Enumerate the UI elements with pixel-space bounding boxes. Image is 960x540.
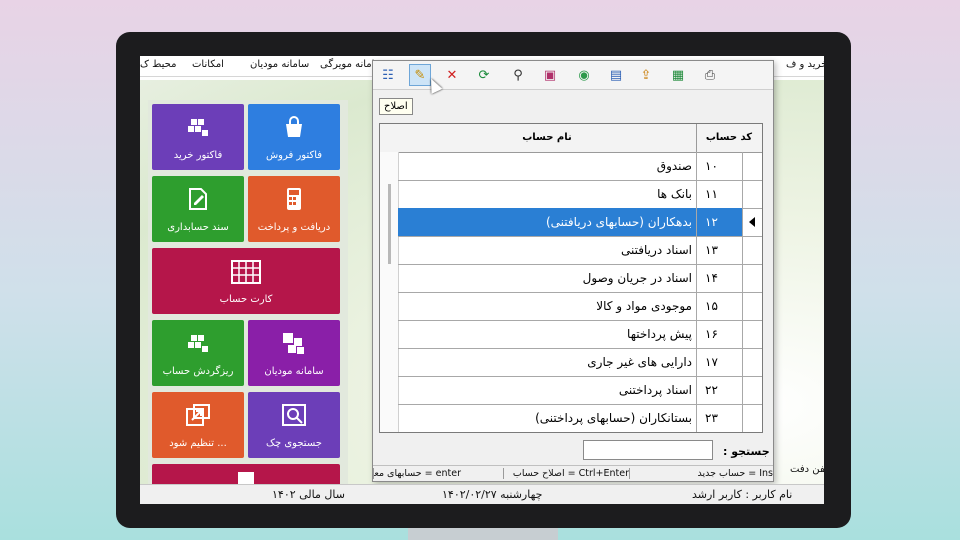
export-icon: ⇪ <box>640 67 652 83</box>
binoculars-icon: ⚲ <box>513 67 523 83</box>
table-row[interactable]: دارایی های غیر جاری ۱۷ <box>398 348 762 377</box>
excel-icon: ▦ <box>671 67 685 83</box>
calculator-icon <box>282 188 306 210</box>
cubes-icon <box>186 116 210 138</box>
tile-receipt-payment[interactable]: دریافت و پرداخت <box>248 176 340 242</box>
search-label: جستجو : <box>723 445 770 458</box>
chart-of-accounts-dialog: ☷ ✎ ✕ ⟳ ⚲ ▣ ◉ ▤ ⇪ ▦ ⎙ اصلاح نام حساب کد … <box>372 60 774 482</box>
find-button[interactable]: ⚲ <box>507 64 529 86</box>
cubes-icon <box>186 332 210 354</box>
chart-button[interactable]: ▤ <box>605 64 627 86</box>
current-row-marker-icon <box>749 217 755 227</box>
hint-edit-account: Ctrl+Enter = اصلاح حساب <box>503 468 632 479</box>
status-bar: نام کاربر : کاربر ارشد چهارشنبه ۱۴۰۲/۰۲/… <box>140 484 824 504</box>
column-header-code[interactable]: کد حساب <box>696 124 761 152</box>
status-user: نام کاربر : کاربر ارشد <box>692 488 793 501</box>
card-grid-icon <box>231 260 261 284</box>
table-row-selected[interactable]: بدهکاران (حسابهای دریافتنی) ۱۲ <box>398 208 762 237</box>
table-row[interactable]: اسناد پرداختنی ۲۲ <box>398 376 762 405</box>
grid-scrollbar[interactable] <box>380 152 399 432</box>
table-row[interactable]: صندوق ۱۰ <box>398 152 762 181</box>
document-edit-icon <box>186 188 210 210</box>
accounts-grid: نام حساب کد حساب صندوق ۱۰ بانک ها ۱۱ بده… <box>379 123 763 433</box>
grid-list-icon: ☷ <box>382 67 394 83</box>
shopping-bag-icon <box>282 116 306 138</box>
edit-tooltip: اصلاح <box>379 98 413 115</box>
column-header-name[interactable]: نام حساب <box>398 132 696 143</box>
menu-environment[interactable]: محیط ک <box>140 59 176 70</box>
refresh-button[interactable]: ⟳ <box>473 64 495 86</box>
phone-label: تلفن دفت <box>790 464 824 475</box>
tile-check-search[interactable]: جستجوی چک <box>248 392 340 458</box>
grid-header: نام حساب کد حساب <box>380 124 762 153</box>
magnifier-icon <box>282 404 306 426</box>
table-row[interactable]: پیش پرداختها ۱۶ <box>398 320 762 349</box>
monitor-stand <box>408 528 558 540</box>
menu-features[interactable]: امکانات <box>192 59 224 70</box>
hint-sub-accounts: enter = حسابهای معین <box>373 468 464 479</box>
book-button[interactable]: ▣ <box>539 64 561 86</box>
tile-purchase-invoice[interactable]: فاکتور خرید <box>152 104 244 170</box>
tile-sales-invoice[interactable]: فاکتور فروش <box>248 104 340 170</box>
table-row[interactable]: اسناد در جریان وصول ۱۴ <box>398 264 762 293</box>
squares-icon <box>282 332 306 354</box>
tile-configure[interactable]: تنظیم شود ... <box>152 392 244 458</box>
globe-icon: ◉ <box>578 67 590 83</box>
table-row[interactable]: اسناد دریافتنی ۱۳ <box>398 236 762 265</box>
menu-moadian[interactable]: سامانه مودیان <box>250 59 309 70</box>
tile-account-detail[interactable]: ریزگردش حساب <box>152 320 244 386</box>
shortcut-hints-bar: enter = حسابهای معین Ctrl+Enter = اصلاح … <box>373 465 773 481</box>
refresh-doc-icon: ⟳ <box>478 67 490 83</box>
grid-list-button[interactable]: ☷ <box>377 64 399 86</box>
menu-buy-sell[interactable]: خرید و ف <box>786 59 824 70</box>
hint-new-account: Ins = حساب جدید <box>629 468 776 479</box>
book-icon: ▣ <box>543 67 557 83</box>
search-input[interactable] <box>583 440 713 460</box>
tile-moadian-system[interactable]: سامانه مودیان <box>248 320 340 386</box>
delete-button[interactable]: ✕ <box>441 64 463 86</box>
globe-button[interactable]: ◉ <box>573 64 595 86</box>
table-row[interactable]: موجودی مواد و کالا ۱۵ <box>398 292 762 321</box>
tile-account-card[interactable]: کارت حساب <box>152 248 340 314</box>
table-row[interactable]: بانک ها ۱۱ <box>398 180 762 209</box>
screen: خرید و ف امکانات سامانه مودیان سامانه مو… <box>140 56 824 504</box>
table-row[interactable]: بستانکاران (حسابهای پرداختنی) ۲۳ <box>398 404 762 432</box>
printer-icon: ⎙ <box>704 67 716 83</box>
scrollbar-thumb[interactable] <box>388 184 391 264</box>
chart-icon: ▤ <box>609 67 623 83</box>
tile-panel: فاکتور فروش فاکتور خرید دریافت و پرداخت … <box>148 100 348 488</box>
pencil-edit-icon: ✎ <box>414 67 426 83</box>
export-button[interactable]: ⇪ <box>635 64 657 86</box>
status-fiscal-year: سال مالی ۱۴۰۲ <box>272 488 345 501</box>
export-window-icon <box>186 404 210 426</box>
status-date: چهارشنبه ۱۴۰۲/۰۲/۲۷ <box>442 488 543 501</box>
excel-button[interactable]: ▦ <box>667 64 689 86</box>
delete-x-icon: ✕ <box>446 67 458 83</box>
tile-accounting-doc[interactable]: سند حسابداری <box>152 176 244 242</box>
print-button[interactable]: ⎙ <box>699 64 721 86</box>
